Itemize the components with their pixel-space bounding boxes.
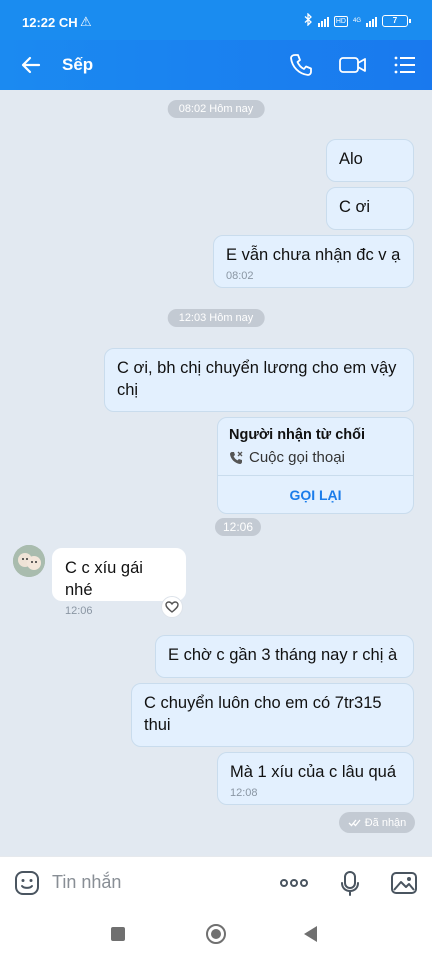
hd-badge: HD — [333, 15, 348, 27]
more-options-icon[interactable] — [279, 869, 308, 897]
status-icons: HD 4G 7 — [304, 12, 411, 29]
back-arrow-icon[interactable] — [18, 52, 44, 78]
message-text: C c xíu gái nhé — [65, 559, 143, 599]
call-card-subtitle: Cuộc gọi thoại — [229, 449, 345, 466]
message-text: Alo — [339, 150, 363, 168]
date-separator: 08:02 Hôm nay — [167, 100, 265, 118]
seen-label: Đã nhận — [364, 816, 407, 829]
message-bubble-outgoing[interactable]: C ơi — [326, 187, 414, 230]
seen-status-badge: Đã nhận — [339, 812, 415, 833]
heart-reaction-icon[interactable] — [161, 596, 183, 618]
message-time: 12:08 — [230, 787, 258, 799]
phone-icon[interactable] — [288, 52, 316, 78]
double-check-icon — [348, 819, 361, 827]
message-bubble-outgoing[interactable]: Alo — [326, 139, 414, 182]
image-gallery-icon[interactable] — [390, 869, 418, 897]
message-bubble-outgoing[interactable]: E vẫn chưa nhận đc v ạ 08:02 — [213, 235, 414, 288]
recent-apps-button[interactable] — [111, 927, 125, 941]
message-bubble-outgoing[interactable]: E chờ c gần 3 tháng nay r chị à — [155, 635, 414, 678]
battery-icon: 7 — [382, 15, 411, 27]
message-time-pill: 12:06 — [214, 518, 262, 536]
message-input-bar: Tin nhắn — [0, 856, 432, 908]
message-text: E chờ c gần 3 tháng nay r chị à — [168, 646, 398, 664]
status-bar: 12:22 CH ⚠ HD 4G 7 — [0, 0, 432, 40]
call-back-button[interactable]: GỌI LẠI — [218, 476, 413, 514]
message-bubble-outgoing[interactable]: C ơi, bh chị chuyển lương cho em vậy chị — [104, 348, 414, 412]
message-text: E vẫn chưa nhận đc v ạ — [226, 246, 401, 264]
bluetooth-icon — [304, 12, 313, 29]
missed-call-icon — [230, 451, 243, 464]
message-text: Mà 1 xíu của c lâu quá — [230, 763, 397, 781]
microphone-icon[interactable] — [336, 869, 364, 897]
date-separator: 12:03 Hôm nay — [167, 309, 265, 327]
avatar[interactable] — [13, 545, 45, 577]
chat-header: Sếp — [0, 40, 432, 90]
message-text: C ơi, bh chị chuyển lương cho em vậy chị — [117, 359, 397, 399]
message-list[interactable]: 08:02 Hôm nay Alo C ơi E vẫn chưa nhận đ… — [0, 90, 432, 856]
message-input[interactable]: Tin nhắn — [52, 872, 121, 893]
warning-icon: ⚠ — [80, 14, 92, 29]
call-card-subtitle-text: Cuộc gọi thoại — [249, 449, 345, 466]
video-call-icon[interactable] — [338, 52, 366, 78]
signal-icon — [317, 16, 329, 27]
call-card-title: Người nhận từ chối — [229, 427, 366, 443]
call-card: Người nhận từ chối Cuộc gọi thoại GỌI LẠ… — [217, 417, 414, 514]
conversation-title[interactable]: Sếp — [62, 55, 93, 75]
system-navigation-bar — [0, 908, 432, 960]
signal-icon-2 — [366, 16, 377, 27]
message-text: C ơi — [339, 198, 370, 216]
message-bubble-incoming[interactable]: C c xíu gái nhé 12:06 — [52, 548, 186, 617]
message-bubble-outgoing[interactable]: C chuyển luôn cho em có 7tr315 thui — [131, 683, 414, 747]
system-back-button[interactable] — [304, 926, 317, 942]
message-time: 08:02 — [226, 270, 254, 282]
message-bubble-outgoing[interactable]: Mà 1 xíu của c lâu quá 12:08 — [217, 752, 414, 805]
home-button[interactable] — [206, 924, 226, 944]
message-text: C chuyển luôn cho em có 7tr315 thui — [144, 694, 382, 734]
message-time: 12:06 — [65, 605, 93, 617]
menu-icon[interactable] — [392, 52, 420, 78]
status-time: 12:22 CH — [22, 15, 78, 30]
network-type: 4G — [352, 18, 361, 24]
emoji-icon[interactable] — [13, 869, 41, 897]
